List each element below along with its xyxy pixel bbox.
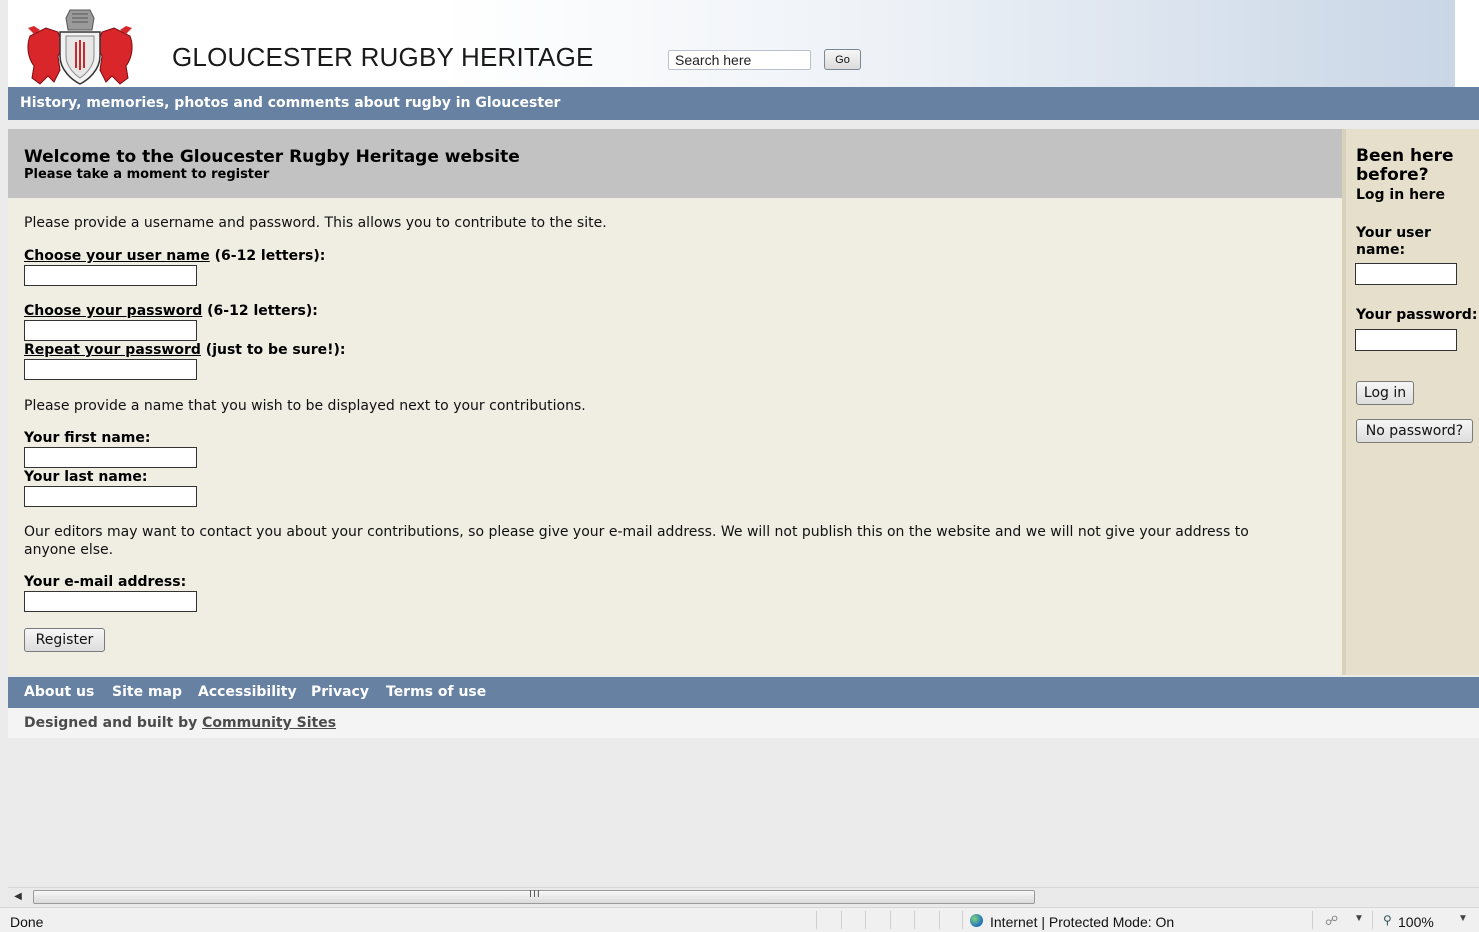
login-button[interactable]: Log in: [1356, 381, 1414, 405]
site-credit: Designed and built by Community Sites: [24, 715, 336, 731]
intro-text: Please provide a username and password. …: [24, 215, 607, 231]
chevron-down-icon[interactable]: ▼: [1354, 913, 1364, 924]
page-subtitle: Please take a moment to register: [24, 167, 270, 182]
status-separator: [816, 911, 817, 929]
email-info-text-line1: Our editors may want to contact you abou…: [24, 524, 1249, 540]
go-button[interactable]: Go: [824, 49, 861, 70]
first-name-field[interactable]: [24, 447, 197, 468]
footer-link-about-us[interactable]: About us: [24, 684, 94, 700]
repeat-password-label-rest: (just to be sure!):: [200, 342, 346, 358]
login-subheading: Log in here: [1356, 187, 1445, 203]
repeat-password-label-underlined: Repeat your password: [24, 342, 201, 358]
search-input[interactable]: [668, 50, 811, 70]
first-name-label: Your first name:: [24, 430, 151, 446]
no-password-button[interactable]: No password?: [1356, 419, 1473, 443]
status-separator: [841, 911, 842, 929]
login-sidebar: Been here before? Log in here Your user …: [1342, 129, 1479, 675]
status-separator: [865, 911, 866, 929]
status-separator: [962, 911, 963, 929]
username-label: Choose your user name (6-12 letters):: [24, 248, 325, 264]
login-password-field[interactable]: [1355, 329, 1457, 351]
display-name-text: Please provide a name that you wish to b…: [24, 398, 586, 414]
horizontal-scrollbar[interactable]: ◀ III: [8, 887, 1479, 906]
footer-link-site-map[interactable]: Site map: [112, 684, 182, 700]
site-title: GLOUCESTER RUGBY HERITAGE: [172, 42, 594, 72]
scroll-grip: III: [529, 889, 541, 900]
registration-panel: Welcome to the Gloucester Rugby Heritage…: [8, 129, 1342, 675]
footer-link-accessibility[interactable]: Accessibility: [198, 684, 297, 700]
zoom-level[interactable]: 100%: [1398, 914, 1434, 930]
footer-link-privacy[interactable]: Privacy: [311, 684, 369, 700]
repeat-password-label: Repeat your password (just to be sure!):: [24, 342, 346, 358]
footer-nav: About us Site map Accessibility Privacy …: [8, 677, 1479, 708]
globe-icon: [970, 914, 983, 927]
login-password-label: Your password:: [1356, 307, 1478, 323]
status-separator: [890, 911, 891, 929]
browser-status-bar: Done Internet | Protected Mode: On ☍ ▼ ⚲…: [0, 907, 1479, 932]
scroll-thumb[interactable]: III: [33, 889, 1035, 904]
status-separator: [939, 911, 940, 929]
security-zone-text[interactable]: Internet | Protected Mode: On: [990, 914, 1174, 930]
credit-prefix: Designed and built by: [24, 715, 203, 731]
last-name-field[interactable]: [24, 486, 197, 507]
scroll-left-arrow-icon[interactable]: ◀: [8, 888, 28, 906]
status-separator: [1312, 911, 1313, 929]
zoom-chevron-down-icon[interactable]: ▼: [1458, 913, 1468, 924]
username-label-underlined: Choose your user name: [24, 248, 210, 264]
status-text: Done: [10, 914, 44, 930]
gloucester-crest-logo-icon[interactable]: [24, 6, 136, 86]
username-label-rest: (6-12 letters):: [209, 248, 326, 264]
register-button[interactable]: Register: [24, 628, 105, 652]
password-label-underlined: Choose your password: [24, 303, 203, 319]
status-separator: [914, 911, 915, 929]
login-heading: Been here before?: [1356, 146, 1454, 185]
addon-icon[interactable]: ☍: [1325, 913, 1338, 929]
site-tagline: History, memories, photos and comments a…: [20, 95, 561, 111]
credit-link[interactable]: Community Sites: [202, 715, 336, 731]
last-name-label: Your last name:: [24, 469, 148, 485]
magnifier-icon[interactable]: ⚲: [1383, 913, 1392, 927]
welcome-box: Welcome to the Gloucester Rugby Heritage…: [8, 129, 1342, 198]
repeat-password-field[interactable]: [24, 359, 197, 380]
password-label-rest: (6-12 letters):: [202, 303, 318, 319]
page-title: Welcome to the Gloucester Rugby Heritage…: [24, 147, 520, 167]
tagline-bar: History, memories, photos and comments a…: [8, 87, 1479, 120]
password-label: Choose your password (6-12 letters):: [24, 303, 318, 319]
status-separator: [1372, 911, 1373, 929]
login-username-field[interactable]: [1355, 263, 1457, 285]
email-label: Your e-mail address:: [24, 574, 187, 590]
email-field[interactable]: [24, 591, 197, 612]
email-info-text-line2: anyone else.: [24, 542, 114, 558]
footer-link-terms-of-use[interactable]: Terms of use: [386, 684, 486, 700]
login-username-label: Your user name:: [1356, 225, 1431, 258]
username-field[interactable]: [24, 265, 197, 286]
header-edge: [1455, 0, 1479, 87]
password-field[interactable]: [24, 320, 197, 341]
credit-row: Designed and built by Community Sites: [8, 708, 1479, 738]
